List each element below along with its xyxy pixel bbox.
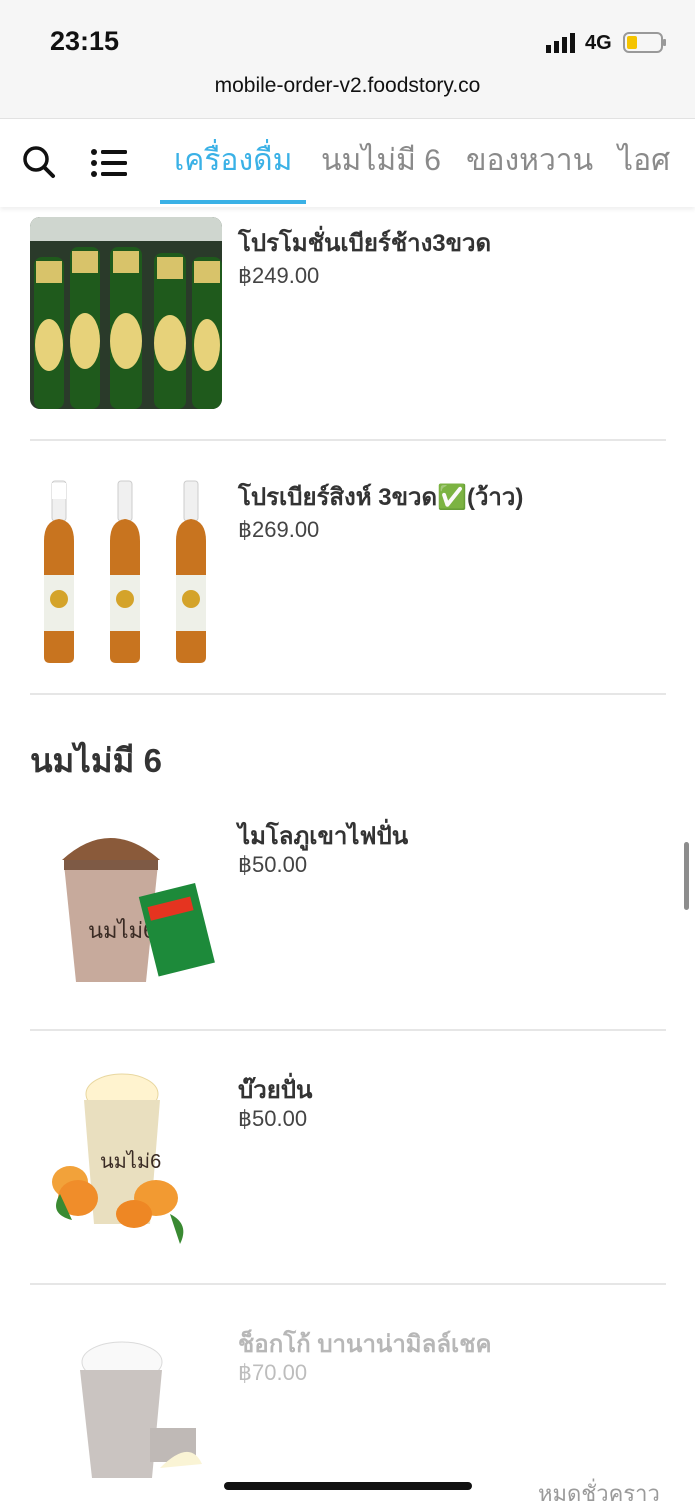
tab-nommaimee6[interactable]: นมไม่มี 6	[307, 119, 455, 207]
menu-item[interactable]: โปรเบียร์สิงห์ 3ขวด✅(ว้าว) ฿269.00	[30, 471, 666, 671]
item-name: โปรโมชั่นเบียร์ช้าง3ขวด	[238, 230, 492, 257]
item-name: ไมโลภูเขาไฟปั่น	[238, 823, 409, 850]
tab-drinks[interactable]: เครื่องดื่ม	[160, 119, 307, 207]
signal-icon	[546, 33, 575, 53]
menu-list-icon[interactable]	[89, 143, 129, 183]
item-price: ฿50.00	[238, 1106, 308, 1131]
scrollbar[interactable]	[684, 842, 689, 910]
item-name: บ๊วยปั่น	[238, 1077, 313, 1104]
category-tabs: เครื่องดื่ม นมไม่มี 6 ของหวาน ไอศ	[158, 119, 695, 207]
menu-item[interactable]: โปรโมชั่นเบียร์ช้าง3ขวด ฿249.00	[30, 217, 666, 417]
menu-item[interactable]: นมไม่6 ไมโลภูเขาไฟปั่น ฿50.00	[30, 810, 666, 1010]
network-type: 4G	[585, 32, 612, 54]
divider	[30, 1283, 666, 1285]
item-name: ช็อกโก้ บานาน่ามิลล์เชค	[238, 1331, 492, 1358]
item-name: โปรเบียร์สิงห์ 3ขวด✅(ว้าว)	[238, 484, 524, 511]
home-indicator[interactable]	[224, 1482, 472, 1490]
milo-volcano-image: นมไม่6	[30, 810, 222, 1002]
item-price: ฿50.00	[238, 852, 308, 877]
item-price: ฿249.00	[238, 263, 320, 288]
svg-text:นมไม่6: นมไม่6	[100, 1150, 161, 1173]
menu-item[interactable]: นมไม่6 บ๊วยปั่น ฿50.00	[30, 1064, 666, 1264]
item-price: ฿269.00	[238, 517, 320, 542]
status-bar: 23:15 4G mobile-order-v2.foodstory.co	[0, 0, 695, 119]
menu-item-soldout[interactable]: ช็อกโก้ บานาน่ามิลล์เชค ฿70.00	[30, 1318, 666, 1510]
singha-beer-image	[30, 471, 222, 663]
search-icon[interactable]	[20, 143, 60, 183]
battery-icon	[623, 32, 666, 53]
section-title: นมไม่มี 6	[30, 742, 162, 779]
divider	[30, 1029, 666, 1031]
plum-smoothie-image: นมไม่6	[30, 1064, 222, 1256]
tab-desserts[interactable]: ของหวาน	[452, 119, 607, 207]
divider	[30, 693, 666, 695]
address-bar[interactable]: mobile-order-v2.foodstory.co	[0, 74, 695, 98]
status-time: 23:15	[50, 26, 120, 56]
chang-beer-image	[30, 217, 222, 409]
category-nav: เครื่องดื่ม นมไม่มี 6 ของหวาน ไอศ	[0, 119, 695, 207]
choco-banana-shake-image	[30, 1318, 222, 1510]
divider	[30, 439, 666, 441]
tab-icecream[interactable]: ไอศ	[604, 119, 684, 207]
item-price: ฿70.00	[238, 1360, 308, 1385]
